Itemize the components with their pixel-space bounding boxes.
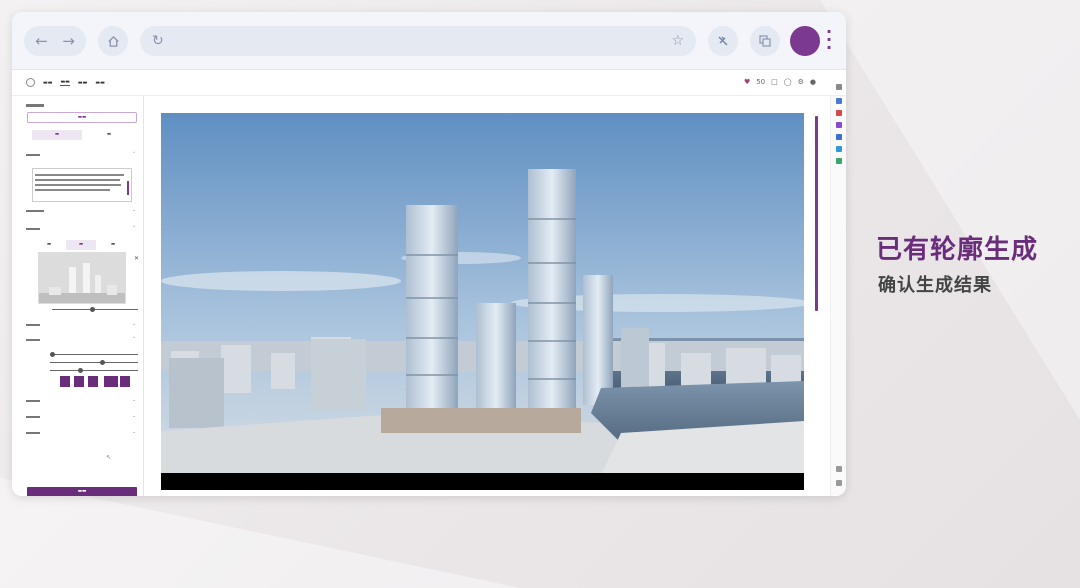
- app-tab[interactable]: ▬▬: [43, 80, 52, 86]
- mouse-cursor-icon: ↖: [106, 454, 112, 461]
- prompt-section-header[interactable]: ⌃: [26, 152, 136, 157]
- negative-prompt-row[interactable]: ⌄: [26, 208, 136, 213]
- size-option[interactable]: [60, 376, 70, 387]
- control-tab-active[interactable]: ▬: [66, 240, 96, 250]
- generated-render-image[interactable]: [161, 113, 804, 490]
- browser-side-panel: [830, 84, 846, 496]
- reload-icon[interactable]: ↻: [152, 33, 164, 49]
- app-tab[interactable]: ▬▬: [95, 80, 104, 86]
- star-icon[interactable]: ☆: [671, 33, 684, 49]
- size-option[interactable]: [74, 376, 84, 387]
- width-slider[interactable]: [50, 360, 138, 365]
- generate-button[interactable]: ▬▬: [27, 487, 137, 496]
- reference-image-thumbnail[interactable]: [38, 252, 126, 304]
- image-params-header[interactable]: ⌃: [26, 337, 136, 342]
- more-settings-row[interactable]: ⌄: [26, 430, 136, 435]
- search-icon[interactable]: [836, 84, 842, 90]
- size-option[interactable]: [104, 376, 118, 387]
- app-tab[interactable]: ▬▬: [78, 80, 87, 86]
- extension-icon[interactable]: [836, 134, 842, 140]
- control-tab[interactable]: ▬: [34, 240, 64, 250]
- chevron-down-icon[interactable]: ⌄: [132, 322, 136, 327]
- open-external-icon[interactable]: [836, 480, 842, 486]
- upscale-row[interactable]: ⌄: [26, 414, 136, 419]
- advanced-row[interactable]: ⌄: [26, 398, 136, 403]
- header-status: ♥ 50 □ ◯ ⚙ ●: [744, 78, 816, 86]
- extension-icon[interactable]: [836, 122, 842, 128]
- address-bar[interactable]: ↻ ☆: [140, 26, 696, 56]
- mode-tab-active[interactable]: ▬: [32, 130, 82, 140]
- prompt-textarea[interactable]: [32, 168, 132, 202]
- profile-avatar[interactable]: [790, 26, 820, 56]
- model-select-button[interactable]: ▬▬: [27, 112, 137, 123]
- slide-caption-subtitle: 确认生成结果: [878, 275, 992, 296]
- message-icon[interactable]: □: [771, 78, 778, 86]
- result-scrollbar[interactable]: [815, 116, 818, 311]
- extension-icon[interactable]: [836, 146, 842, 152]
- chevron-up-icon[interactable]: ⌃: [132, 226, 136, 231]
- background-shape: [820, 0, 1080, 420]
- extension-icon[interactable]: [836, 110, 842, 116]
- count-slider[interactable]: [50, 352, 138, 357]
- chevron-up-icon[interactable]: ⌃: [132, 152, 136, 157]
- chevron-down-icon[interactable]: ⌄: [132, 414, 136, 419]
- size-option[interactable]: [88, 376, 98, 387]
- weight-slider[interactable]: [52, 307, 138, 312]
- back-arrow-icon[interactable]: ←: [35, 32, 48, 50]
- browser-window: ← → ↻ ☆ · · · ▬▬ ▬▬ ▬▬ ▬▬ ♥ 50 □ ◯ ⚙ ● ▬…: [12, 12, 846, 496]
- mode-tab[interactable]: ▬: [84, 130, 134, 140]
- kebab-menu-icon[interactable]: · · ·: [824, 24, 834, 56]
- control-tab[interactable]: ▬: [98, 240, 128, 250]
- translate-button[interactable]: [750, 26, 780, 56]
- extension-icon[interactable]: [836, 158, 842, 164]
- chevron-down-icon[interactable]: ⌄: [132, 430, 136, 435]
- result-panel: [145, 96, 830, 496]
- help-icon[interactable]: ◯: [784, 78, 792, 86]
- panel-toggle-icon[interactable]: [836, 466, 842, 472]
- translate-icon: [759, 35, 771, 47]
- image-control-header[interactable]: ⌃: [26, 226, 136, 231]
- chevron-down-icon[interactable]: ⌄: [132, 398, 136, 403]
- app-logo: [26, 78, 35, 87]
- credits-count: 50: [756, 78, 766, 86]
- height-slider[interactable]: [50, 368, 138, 373]
- slide-caption-title: 已有轮廓生成: [876, 235, 1039, 265]
- browser-toolbar: ← → ↻ ☆ · · ·: [12, 12, 846, 70]
- textarea-scrollbar[interactable]: [127, 181, 129, 195]
- chevron-down-icon[interactable]: ⌄: [132, 208, 136, 213]
- app-header: ▬▬ ▬▬ ▬▬ ▬▬ ♥ 50 □ ◯ ⚙ ●: [12, 70, 846, 96]
- extension-icon: [718, 36, 728, 46]
- chevron-up-icon[interactable]: ⌃: [132, 337, 136, 342]
- 3d-control-row[interactable]: ⌄: [26, 322, 136, 327]
- size-option[interactable]: [120, 376, 130, 387]
- heart-icon: ♥: [743, 78, 751, 86]
- home-button[interactable]: [98, 26, 128, 56]
- section-label: [26, 104, 136, 107]
- settings-sidebar: ▬▬ ▬ ▬ ⌃ ⌄ ⌃ ▬ ▬ ▬ ✕ ⌄ ⌃ ⌄ ⌄ ⌄ ↖ ▬▬: [12, 96, 144, 496]
- settings-icon[interactable]: ⚙: [798, 78, 804, 86]
- extension-icon[interactable]: [836, 98, 842, 104]
- close-icon[interactable]: ✕: [134, 255, 139, 262]
- app-tab-active[interactable]: ▬▬: [60, 79, 70, 86]
- forward-arrow-icon[interactable]: →: [62, 32, 75, 50]
- home-icon: [107, 35, 119, 47]
- user-icon[interactable]: ●: [810, 78, 816, 86]
- extension-button[interactable]: [708, 26, 738, 56]
- nav-buttons: ← →: [24, 26, 86, 56]
